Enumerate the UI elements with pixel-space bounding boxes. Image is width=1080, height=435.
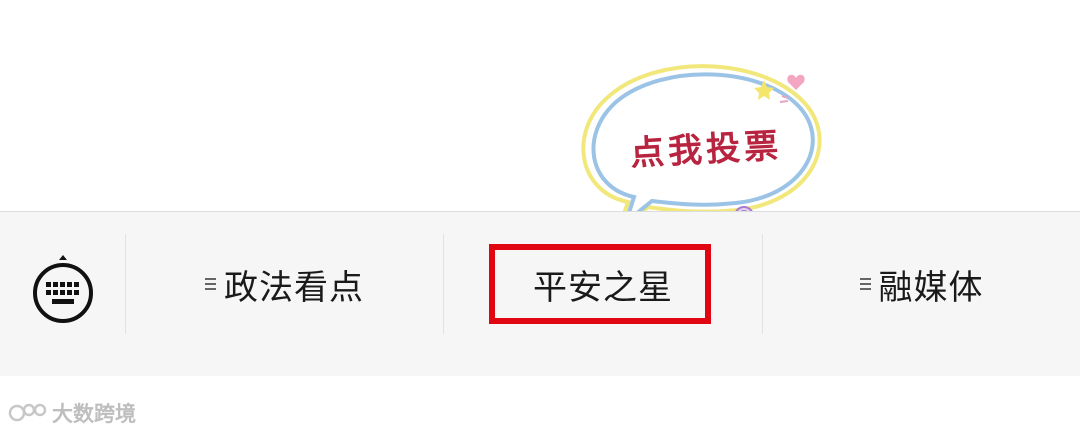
dashuju-logo-icon	[8, 403, 47, 422]
watermark: 大数跨境	[8, 398, 136, 428]
menu-item-rongmeiti[interactable]: 融媒体	[763, 234, 1080, 334]
heart-icon	[787, 74, 805, 90]
screen: 点我投票 政法看点 平安之星 融媒体 大数跨境	[0, 0, 1080, 435]
watermark-text: 大数跨境	[52, 402, 136, 426]
menu-item-label: 政法看点	[224, 267, 364, 308]
highlight-annotation-box	[489, 244, 711, 324]
submenu-list-icon	[859, 275, 871, 293]
keyboard-icon	[33, 255, 93, 323]
menu-item-zhengfa-kandian[interactable]: 政法看点	[126, 234, 443, 334]
vote-now-text: 点我投票	[629, 126, 784, 174]
keyboard-toggle-button[interactable]	[26, 252, 100, 326]
menu-item-label: 融媒体	[878, 267, 984, 308]
submenu-list-icon	[205, 275, 216, 293]
